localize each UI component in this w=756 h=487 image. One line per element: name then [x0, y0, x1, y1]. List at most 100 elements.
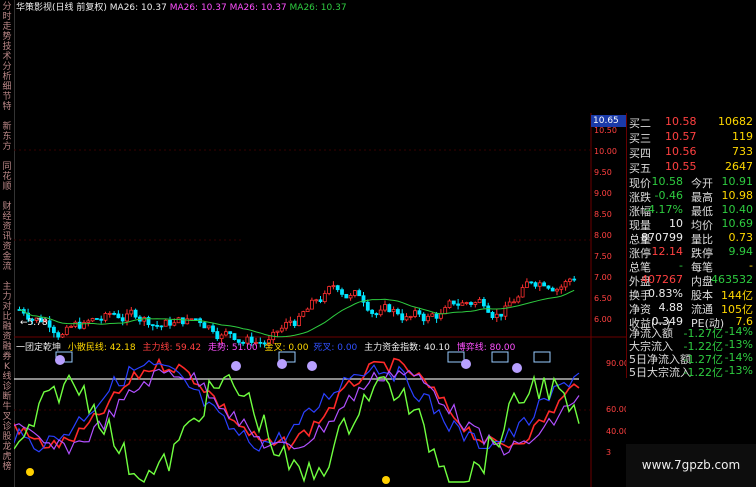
golden-legend: 金叉: 0.00 [264, 343, 309, 353]
flow-pct: -13% [724, 364, 753, 377]
flow-row: 5日大宗流入 -1.22亿 -13% [629, 364, 755, 379]
stat-value: 870799 [641, 231, 683, 244]
sidebar-tab[interactable]: 分时走势 [1, 2, 13, 42]
price-tick: 9.00 [594, 189, 612, 198]
watermark: www.7gpzb.com [626, 444, 756, 487]
sidebar-tab[interactable]: 新东方 [1, 122, 13, 152]
bid-row: 买四 10.56 733 [629, 145, 755, 160]
ma-legend-2: MA26: 10.37 [169, 3, 227, 13]
ma-legend-4: MA26: 10.37 [289, 3, 347, 13]
price-tick: 7.00 [594, 273, 612, 282]
stat-value: 10.40 [721, 203, 754, 216]
stat-value: - [749, 259, 753, 272]
stat-row: 涨跌 -0.46 最高 10.98 [629, 189, 755, 204]
sidebar-tab[interactable]: 细节特 [1, 82, 13, 112]
price-tick: 10.50 [594, 126, 617, 135]
sidebar-tab[interactable]: 财经资讯 [1, 202, 13, 242]
bid-row: 买三 10.57 119 [629, 130, 755, 145]
indicator-tick: 60.00 [606, 405, 626, 414]
indicator-tick: 40.00 [606, 427, 626, 436]
left-sidebar: 分时走势 技术分析 细节特新东方同花顺财经资讯 资金流主力对比 融资融券 K线诊断 牛叉诊股… [0, 0, 15, 487]
stat-value: 10.69 [721, 217, 754, 230]
stat-value: 0.83% [648, 287, 683, 300]
stat-value: 4.88 [658, 301, 684, 314]
bid-label: 买五 [629, 162, 651, 175]
stat-row: 现量 10 均价 10.69 [629, 217, 755, 232]
blank-area [427, 0, 756, 113]
price-tick: 6.50 [594, 294, 612, 303]
flow-row: 大宗流入 -1.22亿 -13% [629, 338, 755, 353]
bid-volume: 2647 [725, 160, 753, 173]
current-price-tag: 10.65 [591, 115, 627, 127]
stat-value: 10 [669, 217, 683, 230]
bid-volume: 733 [732, 145, 753, 158]
flow-row: 净流入额 -1.27亿 -14% [629, 325, 755, 340]
stat-value: 9.94 [728, 245, 754, 258]
bid-price: 10.56 [665, 145, 697, 158]
flow-value: -1.22亿 [683, 366, 723, 379]
stat-value: 12.14 [651, 245, 684, 258]
stat-value: -0.46 [654, 189, 683, 202]
sidebar-tab[interactable]: 同花顺 [1, 162, 13, 192]
bid-label: 买三 [629, 132, 651, 145]
stat-value: - [679, 259, 683, 272]
main-legend: 主力线: 59.42 [142, 343, 202, 353]
stat-value: 0.73 [728, 231, 754, 244]
price-tick: 9.50 [594, 168, 612, 177]
bid-row: 买二 10.58 10682 [629, 115, 755, 130]
sidebar-tab[interactable]: 龙虎榜 [1, 442, 13, 472]
flow-pct: -13% [724, 338, 753, 351]
bid-row: 买五 10.55 2647 [629, 160, 755, 175]
sidebar-tab[interactable]: 技术分析 [1, 42, 13, 82]
stat-value: 10.58 [651, 175, 684, 188]
sidebar-tab[interactable]: K线诊断 [1, 362, 13, 402]
chart-legend: 华策影视(日线 前复权) MA26: 10.37 MA26: 10.37 MA2… [16, 0, 347, 13]
stat-value: 407267 [641, 273, 683, 286]
bid-label: 买二 [629, 117, 651, 130]
indicator-tick: 90.00 [606, 359, 626, 368]
flow-pct: -14% [724, 325, 753, 338]
overlay-block [242, 226, 514, 262]
sidebar-tab[interactable]: 牛叉诊股 [1, 402, 13, 442]
flow-row: 5日净流入额 -1.27亿 -14% [629, 351, 755, 366]
bid-label: 买四 [629, 147, 651, 160]
bid-price: 10.58 [665, 115, 697, 128]
stat-value: 463532 [711, 273, 753, 286]
stat-row: 换手 0.83% 股本 144亿 [629, 287, 755, 302]
stat-value: 10.98 [721, 189, 754, 202]
dead-legend: 死叉: 0.00 [313, 343, 358, 353]
stat-value: -4.17% [644, 203, 683, 216]
stat-row: 现价 10.58 今开 10.91 [629, 175, 755, 190]
indicator-axis: 90.00 60.00 40.00 3 [606, 359, 626, 457]
stat-row: 总笔 - 每笔 - [629, 259, 755, 274]
bid-price: 10.55 [665, 160, 697, 173]
sidebar-tab[interactable]: 主力对比 [1, 282, 13, 322]
stat-row: 总量 870799 量比 0.73 [629, 231, 755, 246]
stat-row: 外盘 407267 内盘 463532 [629, 273, 755, 288]
bid-price: 10.57 [665, 130, 697, 143]
indicator-name: 一团定乾坤 [16, 343, 62, 353]
retail-legend: 小散民线: 42.18 [67, 343, 136, 353]
fund-index-legend: 主力资金指数: 40.10 [364, 343, 450, 353]
fund-index-line [14, 373, 580, 484]
sidebar-tab[interactable]: 资金流 [1, 242, 13, 272]
bid-volume: 10682 [718, 115, 753, 128]
indicator-legend: 一团定乾坤 小散民线: 42.18 主力线: 59.42 走势: 51.00 金… [16, 340, 515, 353]
sidebar-tab[interactable]: 融资融券 [1, 322, 13, 362]
low-price-marker: ←5.78 [20, 318, 48, 328]
stock-name: 华策影视(日线 前复权) [16, 3, 107, 13]
bid-volume: 119 [732, 130, 753, 143]
ma-legend-3: MA26: 10.37 [229, 3, 287, 13]
stat-row: 涨幅 -4.17% 最低 10.40 [629, 203, 755, 218]
price-axis: 10.50 10.00 9.50 9.00 8.50 8.00 7.50 7.00 6.50 6.… [594, 126, 617, 324]
stat-row: 涨停 12.14 跌停 9.94 [629, 245, 755, 260]
price-tick: 10.00 [594, 147, 617, 156]
price-tick: 6.00 [594, 315, 612, 324]
flow-pct: -14% [724, 351, 753, 364]
stat-value: 10.91 [721, 175, 754, 188]
indicator-tick: 3 [606, 448, 611, 457]
flow-label: 5日大宗流入 [629, 366, 691, 379]
trend-legend: 走势: 51.00 [207, 343, 258, 353]
bull-line-legend: 博弈线: 80.00 [456, 343, 516, 353]
ma-legend-1: MA26: 10.37 [109, 3, 167, 13]
